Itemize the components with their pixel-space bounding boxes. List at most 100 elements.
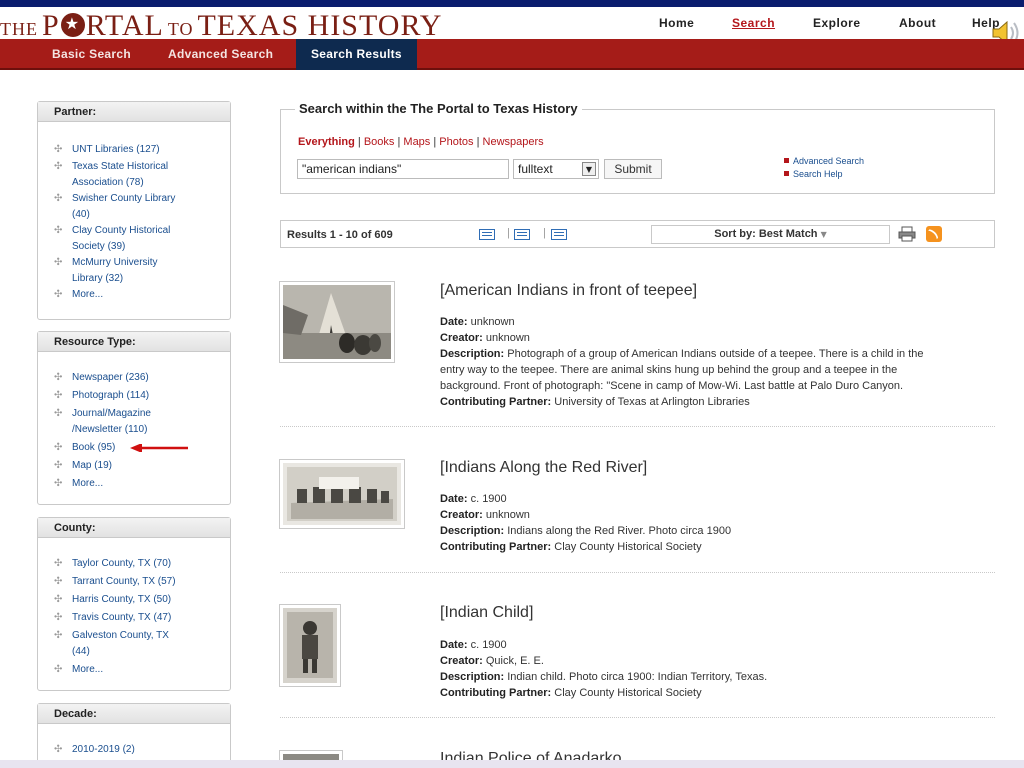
nav-search[interactable]: Search — [732, 16, 775, 30]
result-thumbnail[interactable] — [279, 281, 395, 363]
plus-bullet-icon: ✣ — [54, 257, 63, 268]
result-description: Description: Indian child. Photo circa 1… — [440, 671, 768, 683]
tab-advanced-search[interactable]: Advanced Search — [168, 47, 273, 61]
nav-about[interactable]: About — [899, 16, 936, 30]
view-separator: | — [507, 227, 510, 239]
facet-more-link[interactable]: ✣ More... — [54, 476, 224, 492]
facet-title: Partner: — [38, 102, 230, 122]
grid-view-icon[interactable] — [514, 229, 530, 240]
search-field-select[interactable]: fulltext ▼ — [513, 159, 599, 179]
search-help-link[interactable]: Search Help — [784, 169, 843, 179]
facet-item[interactable]: ✣ Tarrant County, TX (57) — [54, 574, 224, 590]
red-square-bullet-icon — [784, 171, 789, 176]
plus-bullet-icon: ✣ — [54, 594, 63, 605]
plus-bullet-icon: ✣ — [54, 161, 63, 172]
result-thumbnail[interactable] — [279, 604, 341, 687]
plus-bullet-icon: ✣ — [54, 193, 63, 204]
facet-item[interactable]: ✣ Photograph (114) — [54, 388, 224, 404]
plus-bullet-icon: ✣ — [54, 744, 63, 755]
facet-title: Resource Type: — [38, 332, 230, 352]
photo-thumbnail-child — [283, 608, 337, 683]
result-partner: Contributing Partner: University of Texa… — [440, 396, 750, 408]
result-thumbnail[interactable] — [279, 459, 405, 529]
plus-bullet-icon: ✣ — [54, 664, 63, 675]
facet-decade: Decade: ✣ 2010-2019 (2) — [37, 703, 231, 768]
nav-explore[interactable]: Explore — [813, 16, 861, 30]
detail-view-icon[interactable] — [479, 229, 495, 240]
result-date: Date: c. 1900 — [440, 639, 507, 651]
result-partner: Contributing Partner: Clay County Histor… — [440, 687, 702, 699]
plus-bullet-icon: ✣ — [54, 460, 63, 471]
print-icon[interactable] — [898, 226, 916, 242]
site-logo[interactable]: THE P RTAL TO TEXAS HISTORY — [0, 9, 442, 43]
result-creator: Creator: unknown — [440, 509, 530, 521]
facet-item[interactable]: ✣ Taylor County, TX (70) — [54, 556, 224, 572]
subnav-bar: Basic Search Advanced Search Search Resu… — [0, 39, 1024, 70]
photo-thumbnail-teepee — [283, 285, 391, 359]
tab-search-results[interactable]: Search Results — [296, 39, 417, 70]
logo-p: P — [42, 9, 60, 42]
sort-label: Sort by: Best Match — [714, 228, 818, 240]
search-within-box: Search within the The Portal to Texas Hi… — [280, 101, 995, 194]
facet-item[interactable]: ✣ McMurry University Library (32) — [54, 255, 224, 287]
filter-everything[interactable]: Everything — [298, 136, 355, 148]
facet-partner: Partner: ✣ UNT Libraries (127) ✣ Texas Sta… — [37, 101, 231, 320]
facet-resource-type: Resource Type: ✣ Newspaper (236) ✣ Photogr… — [37, 331, 231, 505]
filter-books[interactable]: Books — [364, 136, 395, 148]
chevron-down-icon: ▼ — [582, 162, 596, 176]
plus-bullet-icon: ✣ — [54, 144, 63, 155]
sort-dropdown[interactable]: Sort by: Best Match ▼ — [651, 225, 890, 244]
result-divider — [280, 717, 995, 718]
search-input[interactable] — [297, 159, 509, 179]
logo-texas-history: TEXAS HISTORY — [197, 9, 443, 42]
result-creator: Creator: unknown — [440, 332, 530, 344]
facet-item[interactable]: ✣ Travis County, TX (47) — [54, 610, 224, 626]
facet-item[interactable]: ✣ Map (19) — [54, 458, 224, 474]
filter-maps[interactable]: Maps — [403, 136, 430, 148]
rss-feed-icon[interactable] — [926, 226, 942, 242]
facet-more-link[interactable]: ✣ More... — [54, 287, 224, 303]
window-bottom-border — [0, 760, 1024, 768]
plus-bullet-icon: ✣ — [54, 612, 63, 623]
plus-bullet-icon: ✣ — [54, 390, 63, 401]
facet-county: County: ✣ Taylor County, TX (70) ✣ Tarrant… — [37, 517, 231, 691]
facet-item[interactable]: ✣ Texas State Historical Association (78) — [54, 159, 224, 191]
tab-basic-search[interactable]: Basic Search — [52, 47, 131, 61]
result-title-link[interactable]: [American Indians in front of teepee] — [440, 282, 697, 300]
nav-home[interactable]: Home — [659, 16, 694, 30]
result-date: Date: unknown — [440, 316, 515, 328]
facet-item[interactable]: ✣ UNT Libraries (127) — [54, 142, 224, 158]
advanced-search-link[interactable]: Advanced Search — [784, 156, 864, 166]
plus-bullet-icon: ✣ — [54, 576, 63, 587]
facet-item[interactable]: ✣ Harris County, TX (50) — [54, 592, 224, 608]
facet-item[interactable]: ✣ Swisher County Library (40) — [54, 191, 224, 223]
results-count: Results 1 - 10 of 609 — [287, 229, 393, 241]
result-description: Description: Indians along the Red River… — [440, 525, 732, 537]
facet-title: Decade: — [38, 704, 230, 724]
facet-title: County: — [38, 518, 230, 538]
filter-newspapers[interactable]: Newspapers — [483, 136, 544, 148]
facet-item[interactable]: ✣ Galveston County, TX (44) — [54, 628, 224, 660]
plus-bullet-icon: ✣ — [54, 225, 63, 236]
logo-portal: RTAL — [85, 9, 164, 42]
search-field-value: fulltext — [518, 162, 553, 176]
submit-button[interactable]: Submit — [604, 159, 662, 179]
list-view-icon[interactable] — [551, 229, 567, 240]
site-header: THE P RTAL TO TEXAS HISTORY Home Search E… — [0, 7, 1024, 42]
red-annotation-arrow-icon — [130, 444, 188, 452]
facet-more-link[interactable]: ✣ More... — [54, 662, 224, 678]
facet-item[interactable]: ✣ Newspaper (236) — [54, 370, 224, 386]
results-toolbar: Results 1 - 10 of 609 | | Sort by: Best … — [280, 220, 995, 248]
result-divider — [280, 572, 995, 573]
window-top-border — [0, 0, 1024, 7]
facet-item[interactable]: ✣ Clay County Historical Society (39) — [54, 223, 224, 255]
result-date: Date: c. 1900 — [440, 493, 507, 505]
result-title-link[interactable]: [Indians Along the Red River] — [440, 459, 647, 477]
facet-item[interactable]: ✣ 2010-2019 (2) — [54, 742, 224, 758]
filter-photos[interactable]: Photos — [439, 136, 473, 148]
result-creator: Creator: Quick, E. E. — [440, 655, 544, 667]
facet-item[interactable]: ✣ Journal/Magazine/Newsletter (110) — [54, 406, 224, 438]
type-filters: Everything | Books | Maps | Photos | New… — [298, 136, 544, 148]
result-title-link[interactable]: [Indian Child] — [440, 604, 533, 622]
plus-bullet-icon: ✣ — [54, 408, 63, 419]
